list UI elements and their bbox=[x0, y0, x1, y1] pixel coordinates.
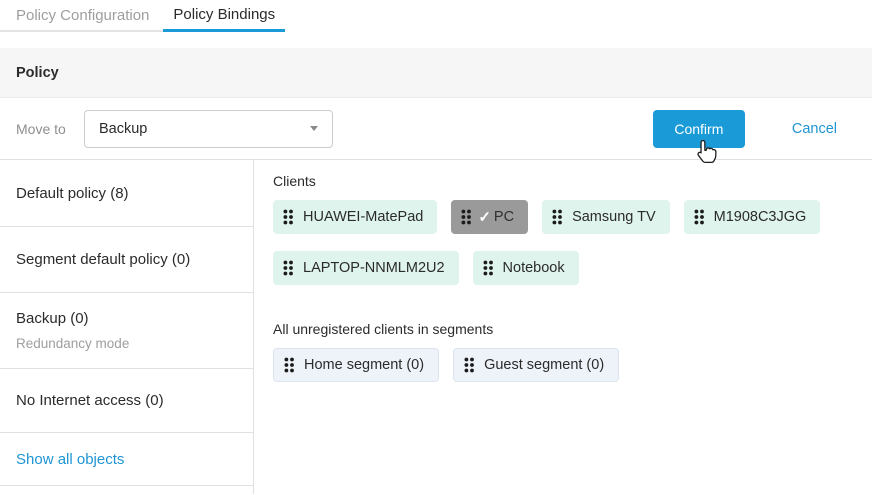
client-chip[interactable]: Samsung TV bbox=[542, 200, 670, 234]
content-area: Default policy (8) Segment default polic… bbox=[0, 160, 872, 494]
drag-handle-icon[interactable] bbox=[694, 209, 704, 225]
sidebar-item-subtitle: Redundancy mode bbox=[16, 336, 237, 351]
sidebar-item-label: No Internet access (0) bbox=[16, 392, 237, 409]
drag-handle-icon[interactable] bbox=[283, 209, 293, 225]
confirm-button[interactable]: Confirm bbox=[653, 110, 745, 148]
policy-select-dropdown[interactable]: Backup bbox=[84, 110, 333, 148]
sidebar-item-label: Show all objects bbox=[16, 451, 237, 468]
tab-policy-bindings[interactable]: Policy Bindings bbox=[163, 0, 285, 32]
drag-handle-icon[interactable] bbox=[284, 357, 294, 373]
drag-handle-icon[interactable] bbox=[461, 209, 471, 225]
segments-group-label: All unregistered clients in segments bbox=[273, 321, 872, 337]
segments-chip-list: Home segment (0) Guest segment (0) bbox=[273, 348, 872, 382]
policy-section-title: Policy bbox=[16, 65, 59, 81]
client-chip-label: Samsung TV bbox=[572, 209, 656, 225]
client-chip-label: M1908C3JGG bbox=[714, 209, 807, 225]
drag-handle-icon[interactable] bbox=[483, 260, 493, 276]
client-chip-label: HUAWEI-MatePad bbox=[303, 209, 423, 225]
move-to-row: Move to Backup Confirm Cancel bbox=[0, 98, 872, 160]
tab-policy-configuration[interactable]: Policy Configuration bbox=[0, 0, 163, 32]
client-chip-label: LAPTOP-NNMLM2U2 bbox=[303, 260, 445, 276]
drag-handle-icon[interactable] bbox=[283, 260, 293, 276]
policy-sidebar: Default policy (8) Segment default polic… bbox=[0, 160, 254, 494]
segment-chip[interactable]: Guest segment (0) bbox=[453, 348, 619, 382]
sidebar-item-backup[interactable]: Backup (0) Redundancy mode bbox=[0, 293, 253, 369]
sidebar-item-show-all-objects[interactable]: Show all objects bbox=[0, 433, 253, 486]
segment-chip[interactable]: Home segment (0) bbox=[273, 348, 439, 382]
client-chip-selected[interactable]: ✓ PC bbox=[451, 200, 528, 234]
tab-bar: Policy Configuration Policy Bindings bbox=[0, 0, 872, 32]
sidebar-item-label: Backup (0) bbox=[16, 310, 237, 327]
sidebar-item-segment-default-policy[interactable]: Segment default policy (0) bbox=[0, 227, 253, 293]
client-chip[interactable]: M1908C3JGG bbox=[684, 200, 821, 234]
move-to-label: Move to bbox=[16, 121, 84, 137]
drag-handle-icon[interactable] bbox=[552, 209, 562, 225]
clients-group-label: Clients bbox=[273, 173, 872, 189]
client-chip-label: Notebook bbox=[503, 260, 565, 276]
sidebar-item-default-policy[interactable]: Default policy (8) bbox=[0, 160, 253, 227]
sidebar-item-label: Segment default policy (0) bbox=[16, 251, 237, 268]
client-chip[interactable]: Notebook bbox=[473, 251, 579, 285]
bindings-main-panel: Clients HUAWEI-MatePad ✓ PC Samsung TV M… bbox=[254, 160, 872, 494]
policy-select-value: Backup bbox=[99, 121, 147, 137]
drag-handle-icon[interactable] bbox=[464, 357, 474, 373]
policy-section-header: Policy bbox=[0, 48, 872, 98]
checkmark-icon: ✓ bbox=[478, 208, 491, 226]
sidebar-item-no-internet-access[interactable]: No Internet access (0) bbox=[0, 369, 253, 433]
segment-chip-label: Home segment (0) bbox=[304, 357, 424, 373]
client-chip[interactable]: HUAWEI-MatePad bbox=[273, 200, 437, 234]
chevron-down-icon bbox=[310, 126, 318, 131]
client-chip[interactable]: LAPTOP-NNMLM2U2 bbox=[273, 251, 459, 285]
client-chip-label: PC bbox=[494, 209, 514, 225]
segment-chip-label: Guest segment (0) bbox=[484, 357, 604, 373]
cancel-button[interactable]: Cancel bbox=[792, 121, 837, 137]
clients-chip-list: HUAWEI-MatePad ✓ PC Samsung TV M1908C3JG… bbox=[273, 200, 872, 285]
sidebar-item-label: Default policy (8) bbox=[16, 185, 237, 202]
